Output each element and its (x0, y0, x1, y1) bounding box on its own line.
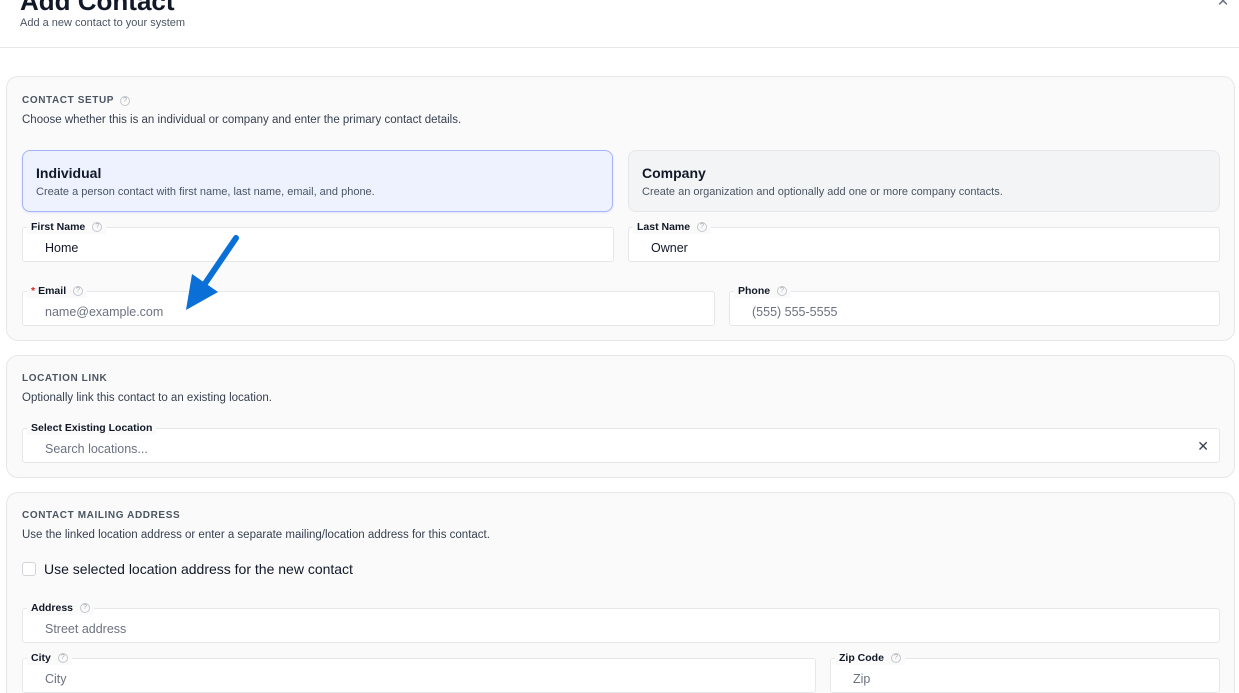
first-name-input[interactable] (23, 228, 613, 261)
first-name-field: First Name ? (22, 220, 614, 262)
option-individual-title: Individual (36, 165, 102, 181)
last-name-input[interactable] (629, 228, 1219, 261)
option-company[interactable]: Company Create an organization and optio… (628, 150, 1220, 212)
mailing-address-card: CONTACT MAILING ADDRESS Use the linked l… (6, 492, 1235, 693)
city-input[interactable] (23, 659, 815, 692)
zip-code-input[interactable] (831, 659, 1219, 692)
zip-code-field: Zip Code ? (830, 651, 1220, 693)
location-link-title: LOCATION LINK (22, 373, 107, 384)
location-link-title-text: LOCATION LINK (22, 373, 108, 384)
mailing-address-title: CONTACT MAILING ADDRESS (22, 510, 180, 521)
close-icon[interactable]: ✕ (1215, 0, 1231, 10)
option-company-title: Company (642, 165, 706, 181)
close-icon[interactable]: ✕ (1197, 438, 1209, 454)
option-individual[interactable]: Individual Create a person contact with … (22, 150, 613, 212)
location-link-card: LOCATION LINK Optionally link this conta… (6, 355, 1235, 478)
contact-setup-title: CONTACT SETUP ? (22, 95, 131, 106)
city-field: City ? (22, 651, 816, 693)
location-select-field: Select Existing Location ✕ (22, 421, 1220, 463)
address-input[interactable] (23, 609, 1219, 642)
email-input[interactable] (23, 292, 714, 325)
use-location-address-checkbox[interactable] (22, 562, 36, 576)
mailing-address-description: Use the linked location address or enter… (22, 529, 490, 541)
location-link-description: Optionally link this contact to an exist… (22, 392, 272, 404)
use-location-address-row[interactable]: Use selected location address for the ne… (22, 561, 353, 577)
dialog-title: Add Contact (20, 0, 175, 16)
option-individual-description: Create a person contact with first name,… (36, 186, 375, 198)
mailing-address-title-text: CONTACT MAILING ADDRESS (22, 510, 181, 521)
location-search-input[interactable] (23, 429, 1219, 462)
use-location-address-label[interactable]: Use selected location address for the ne… (44, 561, 353, 577)
option-company-description: Create an organization and optionally ad… (642, 186, 1003, 198)
help-icon[interactable]: ? (120, 95, 131, 106)
address-field: Address ? (22, 601, 1220, 643)
dialog-subtitle: Add a new contact to your system (20, 17, 186, 29)
email-field: * Email ? (22, 284, 715, 326)
contact-setup-title-text: CONTACT SETUP (22, 95, 115, 106)
contact-setup-description: Choose whether this is an individual or … (22, 114, 462, 126)
arrow-icon (186, 235, 239, 310)
phone-input[interactable] (730, 292, 1219, 325)
phone-field: Phone ? (729, 284, 1220, 326)
dialog-header: Add Contact Add a new contact to your sy… (0, 0, 1239, 48)
last-name-field: Last Name ? (628, 220, 1220, 262)
